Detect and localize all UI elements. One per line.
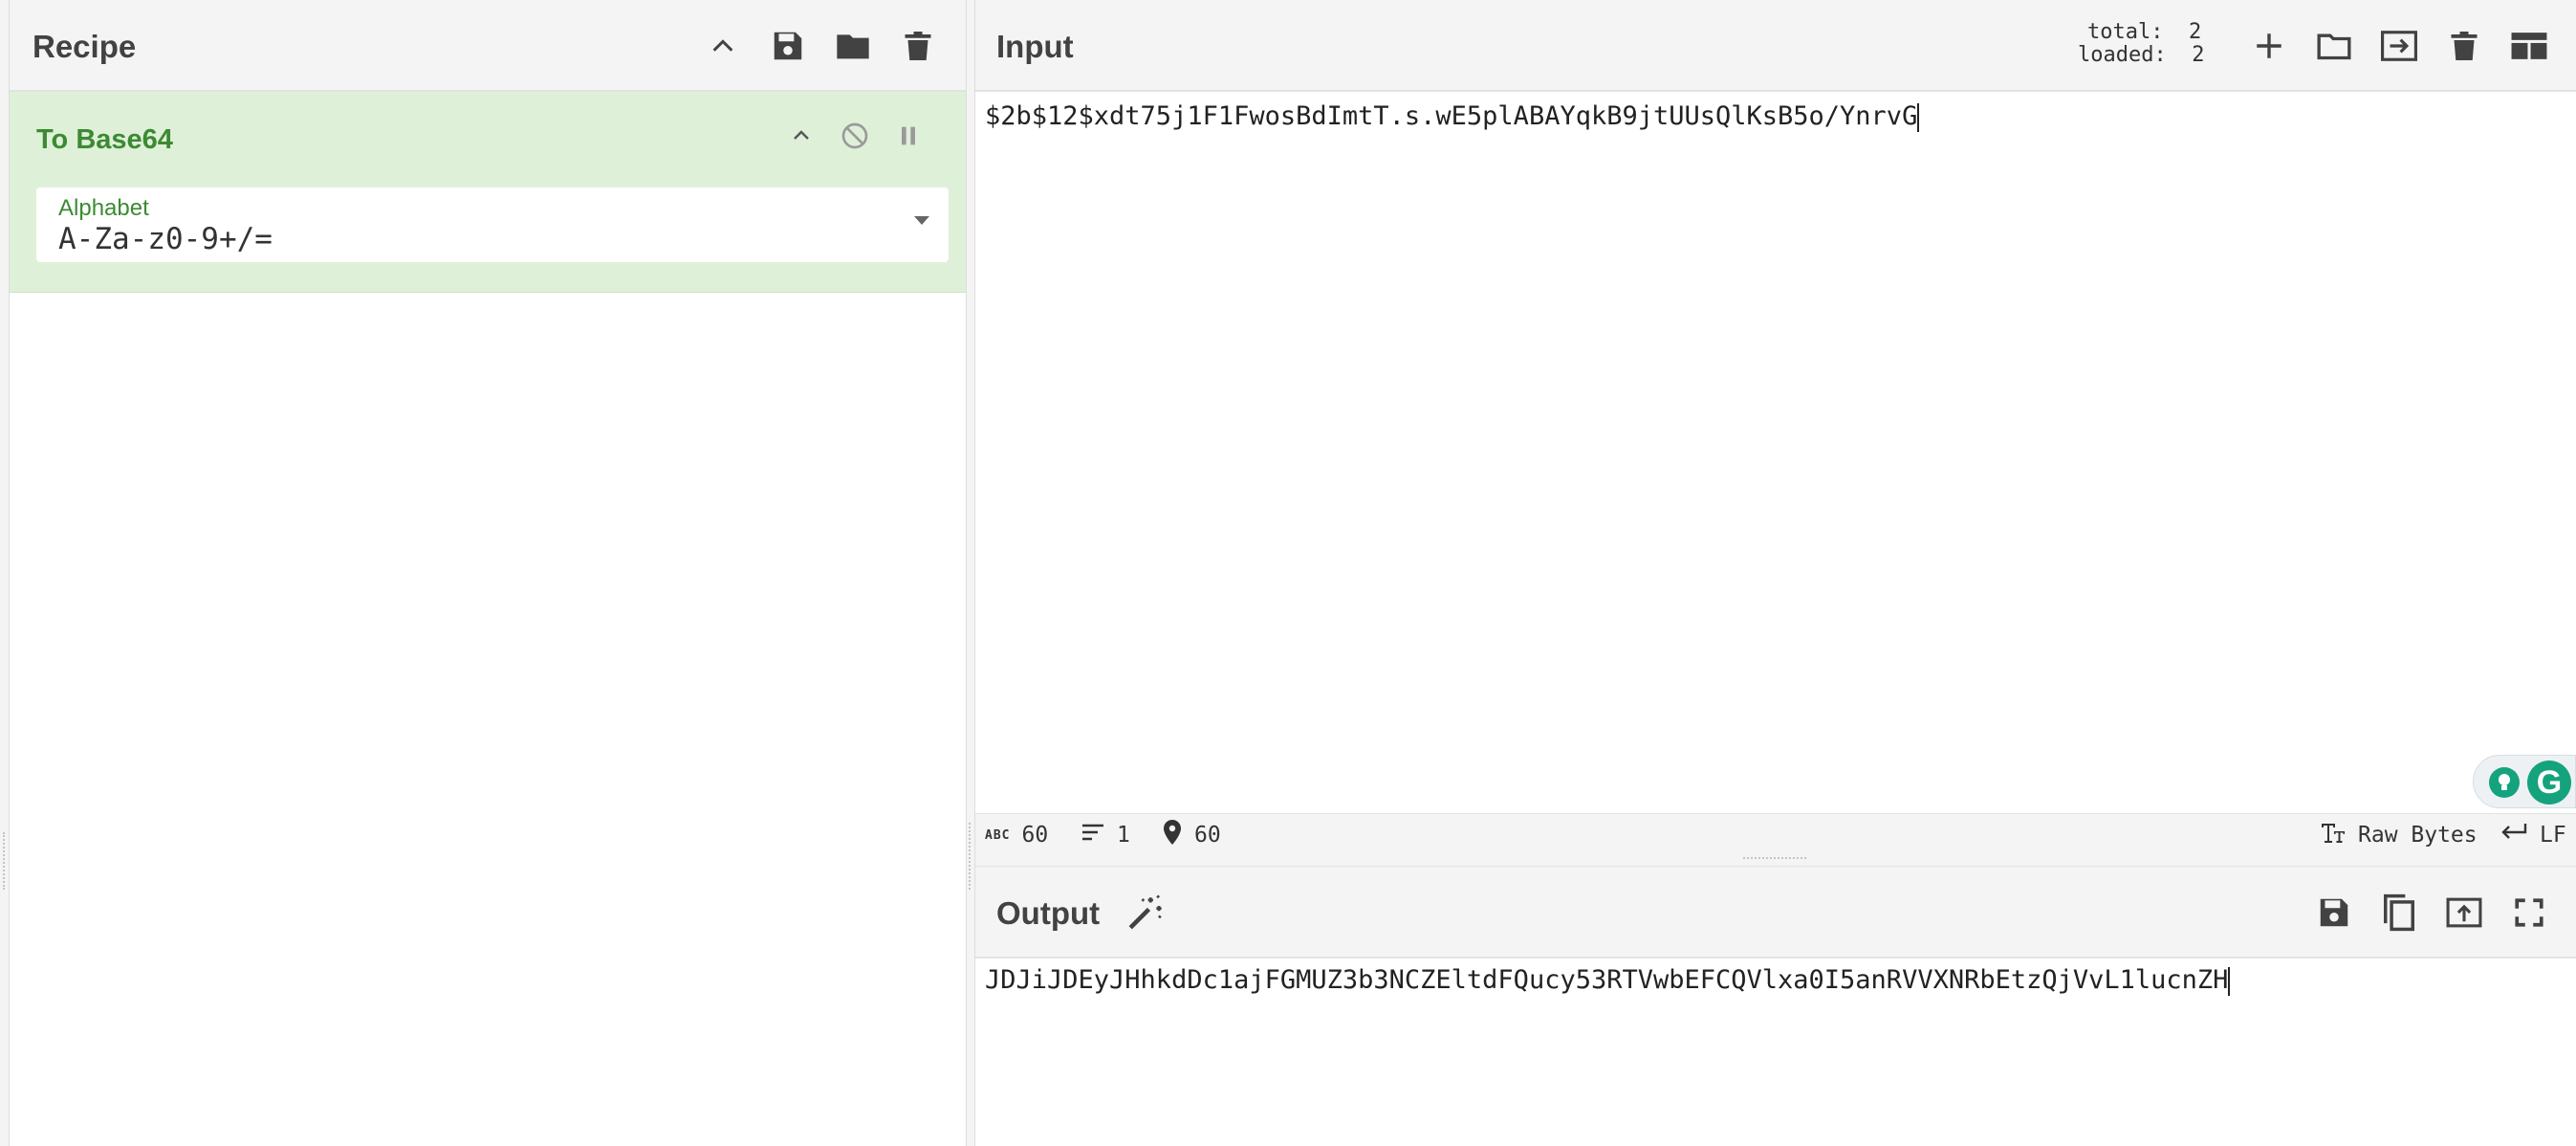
collapse-all-button[interactable]: [696, 19, 750, 73]
resize-grip[interactable]: [969, 823, 972, 890]
input-title: Input: [996, 29, 1074, 64]
pause-icon: [895, 122, 922, 154]
abc-icon: ABC: [985, 827, 1011, 843]
disable-operation-button[interactable]: [830, 113, 880, 163]
lightbulb-icon[interactable]: [2489, 767, 2520, 798]
return-arrow-icon: [2500, 822, 2528, 848]
replace-input-icon: [2445, 894, 2483, 931]
operations-panel-edge[interactable]: [0, 0, 10, 1146]
open-folder-button[interactable]: [2307, 19, 2361, 73]
load-recipe-button[interactable]: [826, 19, 880, 73]
trash-icon: [901, 28, 935, 64]
save-icon: [770, 28, 806, 64]
magic-button[interactable]: [1119, 886, 1172, 939]
operation-to-base64[interactable]: To Base64 Alphabet A-Za-z0-9+/=: [10, 92, 966, 293]
eol-selector[interactable]: LF: [2500, 822, 2566, 848]
input-text: $2b$12$xdt75j1F1FwosBdImtT.s.wE5plABAYqk…: [985, 101, 1918, 131]
text-size-icon: [2318, 821, 2347, 849]
maximise-output-button[interactable]: [2502, 886, 2556, 939]
replace-input-button[interactable]: [2437, 886, 2491, 939]
output-header: Output: [975, 867, 2576, 959]
disable-icon: [840, 121, 870, 156]
open-file-button[interactable]: [2372, 19, 2426, 73]
resize-grip[interactable]: [3, 832, 7, 890]
save-recipe-button[interactable]: [761, 19, 815, 73]
panel-resizer[interactable]: [966, 0, 975, 1146]
save-icon: [2316, 894, 2352, 931]
fullscreen-icon: [2513, 896, 2545, 929]
resize-grip[interactable]: [1743, 857, 1806, 863]
io-resizer[interactable]: [975, 855, 2576, 867]
input-text-area[interactable]: $2b$12$xdt75j1F1FwosBdImtT.s.wE5plABAYqk…: [985, 101, 2566, 809]
grammarly-widget[interactable]: G: [2473, 755, 2576, 808]
trash-icon: [2447, 28, 2481, 64]
alphabet-value: A-Za-z0-9+/=: [58, 222, 273, 256]
input-status-bar: ABC 60 1 60 Raw Bytes LF: [975, 813, 2576, 855]
text-cursor: [1917, 102, 1920, 132]
swap-icon: [2379, 28, 2419, 64]
output-text-area[interactable]: JDJiJDEyJHhkdDc1ajFGMUZ3b3NCZEltdFQucy53…: [985, 965, 2566, 1137]
breakpoint-button[interactable]: [884, 113, 933, 163]
clear-input-button[interactable]: [2437, 19, 2491, 73]
layout-icon: [2510, 31, 2548, 61]
plus-icon: [2253, 30, 2285, 62]
copy-icon: [2381, 893, 2417, 933]
text-cursor: [2228, 966, 2231, 996]
chevron-up-icon: [790, 124, 813, 152]
add-input-tab-button[interactable]: [2242, 19, 2296, 73]
input-header: Input total: 2 loaded: 2: [975, 0, 2576, 92]
loaded-value: 2: [2192, 43, 2205, 67]
output-text: JDJiJDEyJHhkdDc1ajFGMUZ3b3NCZEltdFQucy53…: [985, 965, 2229, 995]
recipe-title: Recipe: [33, 29, 137, 64]
operation-title: To Base64: [36, 124, 173, 155]
alphabet-select[interactable]: Alphabet A-Za-z0-9+/=: [36, 187, 949, 262]
location-pin-icon: [1162, 819, 1183, 851]
collapse-operation-button[interactable]: [776, 113, 826, 163]
encoding-selector[interactable]: Raw Bytes: [2318, 821, 2478, 849]
length-value: 60: [1021, 823, 1049, 848]
save-output-button[interactable]: [2307, 886, 2361, 939]
input-loaded: loaded: 2: [2078, 44, 2204, 67]
eol-value: LF: [2540, 823, 2566, 848]
position-stat: 60: [1162, 820, 1221, 848]
clear-recipe-button[interactable]: [891, 19, 945, 73]
dropdown-caret-icon[interactable]: [914, 216, 929, 225]
magic-wand-icon: [1125, 893, 1166, 933]
reset-layout-button[interactable]: [2502, 19, 2556, 73]
grammarly-logo-icon[interactable]: G: [2527, 760, 2571, 804]
loaded-label: loaded:: [2078, 43, 2167, 67]
lines-stat: 1: [1081, 822, 1130, 848]
length-stat: ABC 60: [985, 823, 1049, 848]
copy-output-button[interactable]: [2372, 886, 2426, 939]
lines-value: 1: [1117, 823, 1130, 848]
position-value: 60: [1194, 823, 1221, 848]
input-counts: total: 2: [2087, 21, 2201, 44]
alphabet-label: Alphabet: [58, 195, 149, 221]
recipe-header: Recipe: [10, 0, 969, 92]
chevron-up-icon: [709, 33, 736, 59]
cyberchef-app: Recipe To Base64 Alphabet A-Za-z0-9+/= I…: [0, 0, 2576, 1146]
encoding-value: Raw Bytes: [2358, 823, 2478, 848]
output-title: Output: [996, 895, 1101, 931]
total-value: 2: [2188, 20, 2202, 44]
total-label: total:: [2087, 20, 2164, 44]
lines-icon: [1081, 822, 1105, 848]
folder-icon: [2315, 27, 2353, 65]
recipe-panel: Recipe To Base64 Alphabet A-Za-z0-9+/=: [0, 0, 969, 1146]
folder-icon: [834, 27, 872, 65]
